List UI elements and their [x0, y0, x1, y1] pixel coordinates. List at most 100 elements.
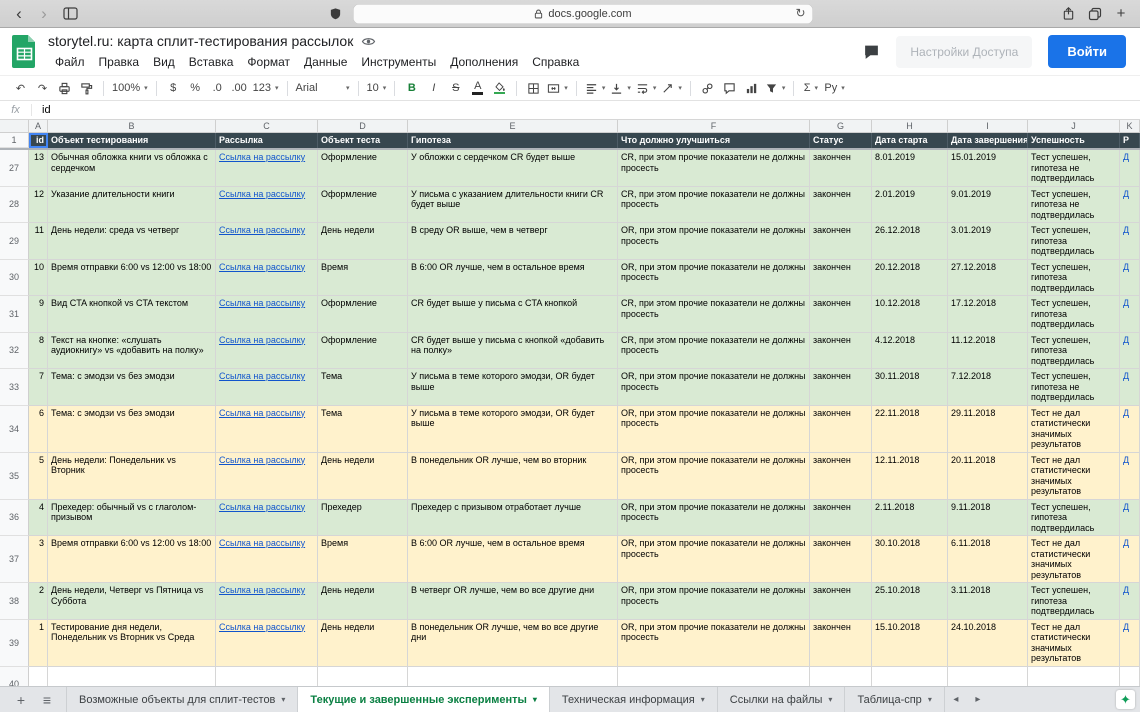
cell-hypothesis[interactable]: Прехедер с призывом отработает лучше — [408, 500, 618, 537]
cell-start-date[interactable]: 15.10.2018 — [872, 620, 948, 667]
cell-test-subject[interactable]: Вид CTA кнопкой vs CTA текстом — [48, 296, 216, 333]
cell-test-object[interactable]: Время — [318, 536, 408, 583]
empty-cell[interactable] — [29, 667, 48, 687]
row-number[interactable]: 40 — [0, 667, 29, 687]
cell-status[interactable]: закончен — [810, 536, 872, 583]
cell-mailing[interactable]: Ссылка на рассылку — [216, 187, 318, 224]
cell-extra[interactable]: Д — [1120, 583, 1140, 620]
cell-extra[interactable]: Д — [1120, 406, 1140, 453]
mailing-link[interactable]: Ссылка на рассылку — [219, 189, 305, 199]
text-color-button[interactable]: A — [467, 78, 488, 98]
extra-link[interactable]: Д — [1123, 152, 1129, 162]
sheet-tab[interactable]: Возможные объекты для сплит-тестов▾ — [66, 687, 298, 712]
filter-icon[interactable] — [763, 78, 788, 98]
cell-mailing[interactable]: Ссылка на рассылку — [216, 333, 318, 370]
cell-result[interactable]: Тест успешен, гипотеза подтвердилась — [1028, 333, 1120, 370]
cell-start-date[interactable]: 8.01.2019 — [872, 150, 948, 187]
menu-item[interactable]: Вид — [146, 53, 182, 71]
cell-id[interactable]: 13 — [29, 150, 48, 187]
cell-end-date[interactable]: 9.11.2018 — [948, 500, 1028, 537]
cell-test-object[interactable]: День недели — [318, 453, 408, 500]
cell-extra[interactable]: Д — [1120, 369, 1140, 406]
header-cell[interactable]: Дата завершения — [948, 133, 1028, 148]
cell-end-date[interactable]: 29.11.2018 — [948, 406, 1028, 453]
cell-start-date[interactable]: 26.12.2018 — [872, 223, 948, 260]
cell-status[interactable]: закончен — [810, 500, 872, 537]
row-number[interactable]: 30 — [0, 260, 29, 297]
cell-end-date[interactable]: 27.12.2018 — [948, 260, 1028, 297]
cell-mailing[interactable]: Ссылка на рассылку — [216, 369, 318, 406]
cell-hypothesis[interactable]: У письма в теме которого эмодзи, OR буде… — [408, 369, 618, 406]
cell-result[interactable]: Тест успешен, гипотеза подтвердилась — [1028, 223, 1120, 260]
vertical-align-icon[interactable] — [608, 78, 633, 98]
browser-forward-button[interactable]: › — [35, 5, 53, 22]
cell-start-date[interactable]: 10.12.2018 — [872, 296, 948, 333]
paint-format-icon[interactable] — [76, 78, 97, 98]
mailing-link[interactable]: Ссылка на рассылку — [219, 298, 305, 308]
cell-start-date[interactable]: 12.11.2018 — [872, 453, 948, 500]
empty-cell[interactable] — [810, 667, 872, 687]
cell-test-subject[interactable]: Указание длительности книги — [48, 187, 216, 224]
cell-hypothesis[interactable]: В 6:00 OR лучше, чем в остальное время — [408, 536, 618, 583]
mailing-link[interactable]: Ссылка на рассылку — [219, 408, 305, 418]
mailing-link[interactable]: Ссылка на рассылку — [219, 225, 305, 235]
italic-button[interactable]: I — [423, 78, 444, 98]
header-cell[interactable]: Дата старта — [872, 133, 948, 148]
cell-test-object[interactable]: День недели — [318, 583, 408, 620]
cell-improvement[interactable]: OR, при этом прочие показатели не должны… — [618, 260, 810, 297]
insert-comment-icon[interactable] — [719, 78, 740, 98]
empty-cell[interactable] — [1028, 667, 1120, 687]
cell-start-date[interactable]: 30.11.2018 — [872, 369, 948, 406]
share-settings-button[interactable]: Настройки Доступа — [896, 36, 1032, 68]
menu-item[interactable]: Инструменты — [354, 53, 443, 71]
cell-result[interactable]: Тест не дал статистически значимых резул… — [1028, 406, 1120, 453]
borders-icon[interactable] — [523, 78, 544, 98]
sheet-tab[interactable]: Текущие и завершенные эксперименты▾ — [298, 687, 549, 712]
row-number[interactable]: 36 — [0, 500, 29, 537]
cell-improvement[interactable]: OR, при этом прочие показатели не должны… — [618, 223, 810, 260]
cell-mailing[interactable]: Ссылка на рассылку — [216, 406, 318, 453]
cell-status[interactable]: закончен — [810, 369, 872, 406]
extra-link[interactable]: Д — [1123, 262, 1129, 272]
cell-extra[interactable]: Д — [1120, 223, 1140, 260]
sheet-tab[interactable]: Ссылки на файлы▾ — [718, 687, 846, 712]
row-number[interactable]: 28 — [0, 187, 29, 224]
cell-result[interactable]: Тест не дал статистически значимых резул… — [1028, 536, 1120, 583]
cell-result[interactable]: Тест успешен, гипотеза подтвердилась — [1028, 260, 1120, 297]
zoom-select[interactable]: 100% — [110, 78, 150, 98]
cell-test-object[interactable]: Оформление — [318, 150, 408, 187]
row-number[interactable]: 32 — [0, 333, 29, 370]
cell-end-date[interactable]: 17.12.2018 — [948, 296, 1028, 333]
empty-cell[interactable] — [48, 667, 216, 687]
input-tools-menu[interactable]: Ру — [822, 78, 846, 98]
cell-improvement[interactable]: OR, при этом прочие показатели не должны… — [618, 369, 810, 406]
cell-result[interactable]: Тест успешен, гипотеза не подтвердилась — [1028, 369, 1120, 406]
cell-test-object[interactable]: Оформление — [318, 333, 408, 370]
cell-test-subject[interactable]: Прехедер: обычный vs с глаголом-призывом — [48, 500, 216, 537]
column-header-D[interactable]: D — [318, 120, 408, 132]
column-header-J[interactable]: J — [1028, 120, 1120, 132]
row-number[interactable]: 35 — [0, 453, 29, 500]
mailing-link[interactable]: Ссылка на рассылку — [219, 371, 305, 381]
cell-status[interactable]: закончен — [810, 406, 872, 453]
cell-improvement[interactable]: OR, при этом прочие показатели не должны… — [618, 583, 810, 620]
cell-mailing[interactable]: Ссылка на рассылку — [216, 223, 318, 260]
empty-cell[interactable] — [318, 667, 408, 687]
row-number[interactable]: 34 — [0, 406, 29, 453]
cell-status[interactable]: закончен — [810, 620, 872, 667]
cell-id[interactable]: 7 — [29, 369, 48, 406]
cell-start-date[interactable]: 2.11.2018 — [872, 500, 948, 537]
cell-mailing[interactable]: Ссылка на рассылку — [216, 453, 318, 500]
chevron-down-icon[interactable]: ▾ — [928, 695, 932, 704]
menu-item[interactable]: Формат — [240, 53, 297, 71]
cell-end-date[interactable]: 24.10.2018 — [948, 620, 1028, 667]
column-header-I[interactable]: I — [948, 120, 1028, 132]
share-icon[interactable] — [1058, 4, 1078, 24]
merge-cells-icon[interactable] — [545, 78, 570, 98]
extra-link[interactable]: Д — [1123, 298, 1129, 308]
extra-link[interactable]: Д — [1123, 455, 1129, 465]
cell-end-date[interactable]: 3.01.2019 — [948, 223, 1028, 260]
tab-scroll-left[interactable]: ◂ — [945, 687, 967, 712]
print-icon[interactable] — [54, 78, 75, 98]
cell-result[interactable]: Тест успешен, гипотеза подтвердилась — [1028, 583, 1120, 620]
